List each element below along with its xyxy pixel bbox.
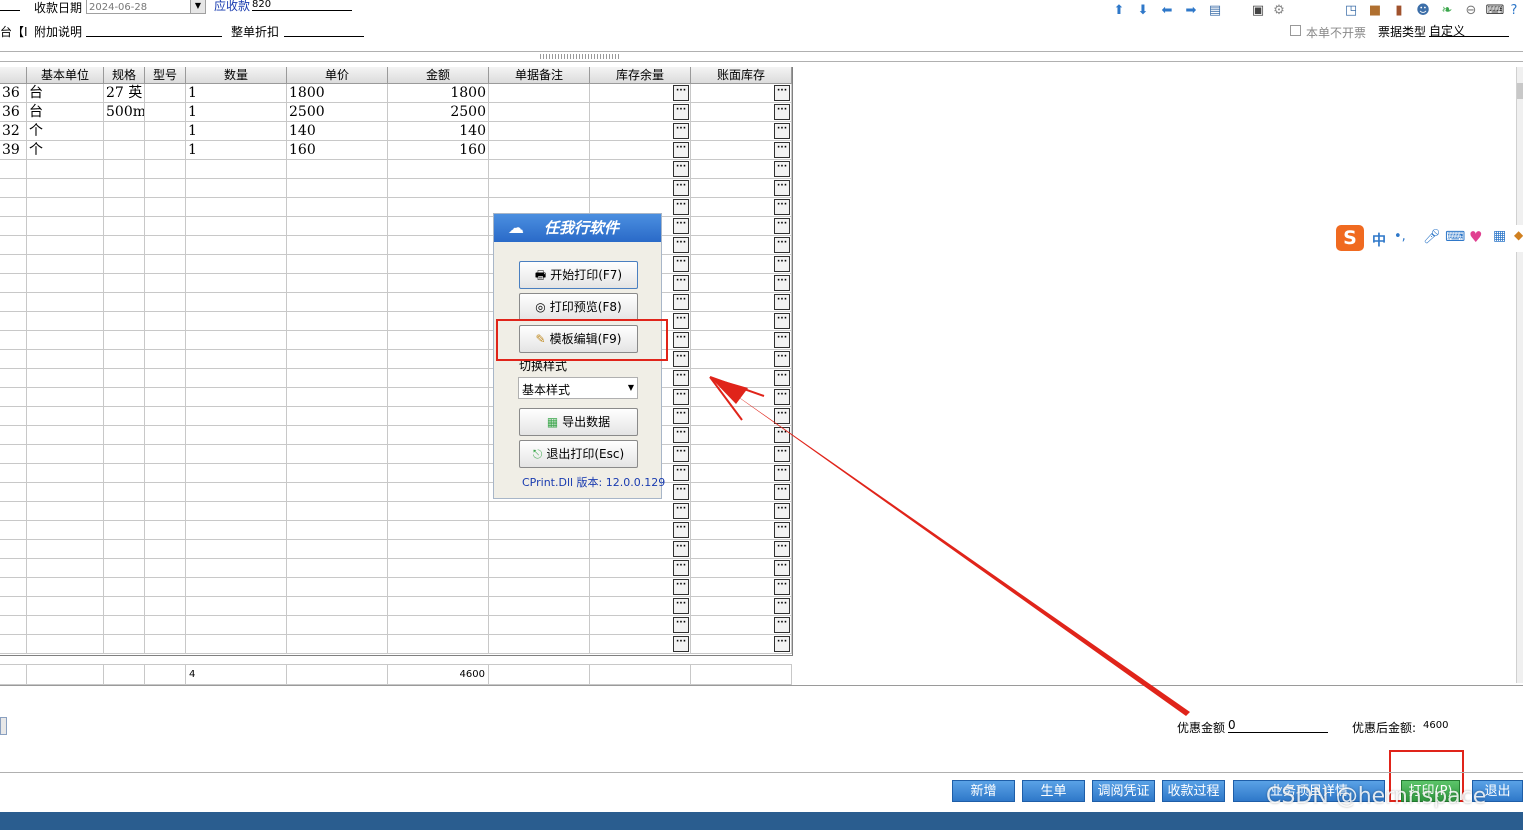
payment-process-button[interactable]: 收款过程 — [1162, 780, 1225, 802]
watermark-text: CSDN @hernnspace — [1266, 784, 1487, 809]
view-voucher-button[interactable]: 调阅凭证 — [1092, 780, 1155, 802]
more-icon[interactable]: ◆ — [1514, 228, 1523, 242]
keyboard-icon[interactable]: ⌨ — [1445, 229, 1465, 245]
ime-punct-toggle[interactable]: •, — [1394, 229, 1406, 244]
after-discount-value: 4600 — [1423, 720, 1449, 731]
discount-amount-label: 优惠金额 — [1177, 721, 1226, 735]
after-discount-label: 优惠后金额: — [1352, 721, 1417, 735]
apps-grid-icon[interactable]: ▦ — [1493, 228, 1506, 244]
annotation-arrow — [709, 376, 1190, 716]
divider — [0, 772, 1523, 773]
microphone-icon[interactable]: 🎤︎ — [1423, 229, 1441, 245]
discount-amount-value: 0 — [1228, 718, 1236, 732]
new-button[interactable]: 新增 — [952, 780, 1015, 802]
ime-toolbar: S 中 •, 🎤︎ ⌨ ♥ ▦ ◆ — [1336, 225, 1523, 252]
status-bar — [0, 812, 1523, 830]
ime-logo-icon[interactable]: S — [1336, 225, 1364, 251]
skin-icon[interactable]: ♥ — [1469, 228, 1482, 246]
ime-mode-toggle[interactable]: 中 — [1372, 230, 1386, 250]
generate-order-button[interactable]: 生单 — [1022, 780, 1085, 802]
discount-amount-field[interactable]: 0 — [1228, 718, 1328, 733]
arrow-shaft — [710, 377, 1190, 716]
